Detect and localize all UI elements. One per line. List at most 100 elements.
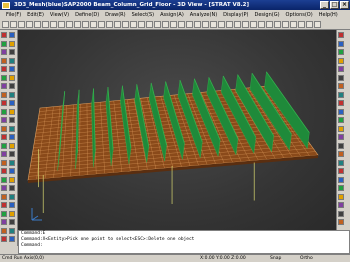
tool-button[interactable] [338, 202, 344, 208]
menu-edit[interactable]: Edit(E) [27, 10, 44, 20]
toolbar-button[interactable] [2, 21, 9, 28]
toolbar-button[interactable] [98, 21, 105, 28]
tool-button[interactable] [338, 176, 344, 183]
tool-button[interactable] [1, 134, 7, 140]
tool-button[interactable] [338, 83, 344, 89]
tool-button[interactable] [1, 227, 7, 234]
tool-button[interactable] [9, 91, 15, 98]
toolbar-button[interactable] [178, 21, 185, 28]
minimize-button[interactable]: _ [320, 1, 329, 9]
tool-button[interactable] [9, 193, 15, 200]
tool-button[interactable] [1, 185, 7, 191]
tool-button[interactable] [338, 100, 344, 106]
tool-button[interactable] [9, 117, 15, 123]
toolbar-button[interactable] [170, 21, 177, 28]
tool-button[interactable] [1, 210, 7, 217]
status-snap[interactable]: Snap [270, 255, 281, 262]
menu-file[interactable]: File(F) [6, 10, 21, 20]
tool-button[interactable] [338, 168, 344, 174]
toolbar-button[interactable] [50, 21, 57, 28]
tool-button[interactable] [1, 74, 7, 81]
toolbar-button[interactable] [218, 21, 225, 28]
toolbar-button[interactable] [10, 21, 17, 28]
tool-button[interactable] [1, 49, 7, 55]
tool-button[interactable] [1, 32, 7, 38]
tool-button[interactable] [1, 193, 7, 200]
tool-button[interactable] [338, 185, 344, 191]
tool-button[interactable] [338, 91, 344, 98]
menu-display[interactable]: Display(P) [223, 10, 248, 20]
menu-help[interactable]: Help(H) [319, 10, 338, 20]
menu-select[interactable]: Select(S) [132, 10, 155, 20]
toolbar-button[interactable] [114, 21, 121, 28]
menu-assign[interactable]: Assign(A) [160, 10, 184, 20]
toolbar-button[interactable] [130, 21, 137, 28]
toolbar-button[interactable] [202, 21, 209, 28]
tool-button[interactable] [338, 32, 344, 38]
tool-button[interactable] [9, 100, 15, 106]
tool-button[interactable] [1, 117, 7, 123]
toolbar-button[interactable] [290, 21, 297, 28]
menu-design[interactable]: Design(G) [255, 10, 280, 20]
tool-button[interactable] [9, 83, 15, 89]
tool-button[interactable] [1, 159, 7, 166]
toolbar-button[interactable] [42, 21, 49, 28]
tool-button[interactable] [1, 108, 7, 115]
toolbar-button[interactable] [250, 21, 257, 28]
tool-button[interactable] [1, 168, 7, 174]
tool-button[interactable] [338, 134, 344, 140]
menu-options[interactable]: Options(O) [286, 10, 313, 20]
tool-button[interactable] [9, 40, 15, 47]
tool-button[interactable] [338, 125, 344, 132]
toolbar-button[interactable] [258, 21, 265, 28]
toolbar-button[interactable] [274, 21, 281, 28]
tool-button[interactable] [1, 176, 7, 183]
toolbar-button[interactable] [298, 21, 305, 28]
tool-button[interactable] [1, 66, 7, 72]
toolbar-button[interactable] [162, 21, 169, 28]
toolbar-button[interactable] [122, 21, 129, 28]
menu-draw[interactable]: Draw(R) [105, 10, 125, 20]
toolbar-button[interactable] [66, 21, 73, 28]
tool-button[interactable] [9, 74, 15, 81]
tool-button[interactable] [9, 151, 15, 157]
toolbar-button[interactable] [210, 21, 217, 28]
tool-button[interactable] [338, 193, 344, 200]
toolbar-button[interactable] [74, 21, 81, 28]
menu-define[interactable]: Define(D) [75, 10, 99, 20]
toolbar-button[interactable] [306, 21, 313, 28]
toolbar-button[interactable] [82, 21, 89, 28]
toolbar-button[interactable] [314, 21, 321, 28]
toolbar-button[interactable] [90, 21, 97, 28]
tool-button[interactable] [1, 40, 7, 47]
tool-button[interactable] [9, 108, 15, 115]
toolbar-button[interactable] [242, 21, 249, 28]
tool-button[interactable] [1, 100, 7, 106]
tool-button[interactable] [1, 151, 7, 157]
tool-button[interactable] [338, 151, 344, 157]
tool-button[interactable] [9, 210, 15, 217]
toolbar-button[interactable] [282, 21, 289, 28]
close-button[interactable]: × [340, 1, 349, 9]
tool-button[interactable] [338, 210, 344, 217]
tool-button[interactable] [1, 219, 7, 225]
toolbar-button[interactable] [58, 21, 65, 28]
toolbar-button[interactable] [146, 21, 153, 28]
tool-button[interactable] [338, 117, 344, 123]
tool-button[interactable] [9, 168, 15, 174]
tool-button[interactable] [338, 159, 344, 166]
tool-button[interactable] [338, 57, 344, 64]
toolbar-button[interactable] [18, 21, 25, 28]
toolbar-button[interactable] [26, 21, 33, 28]
tool-button[interactable] [9, 125, 15, 132]
tool-button[interactable] [338, 108, 344, 115]
menu-view[interactable]: View(V) [50, 10, 69, 20]
tool-button[interactable] [338, 66, 344, 72]
tool-button[interactable] [1, 142, 7, 149]
tool-button[interactable] [9, 142, 15, 149]
toolbar-button[interactable] [226, 21, 233, 28]
tool-button[interactable] [9, 219, 15, 225]
tool-button[interactable] [9, 134, 15, 140]
3d-viewport[interactable] [18, 30, 336, 230]
tool-button[interactable] [338, 219, 344, 225]
